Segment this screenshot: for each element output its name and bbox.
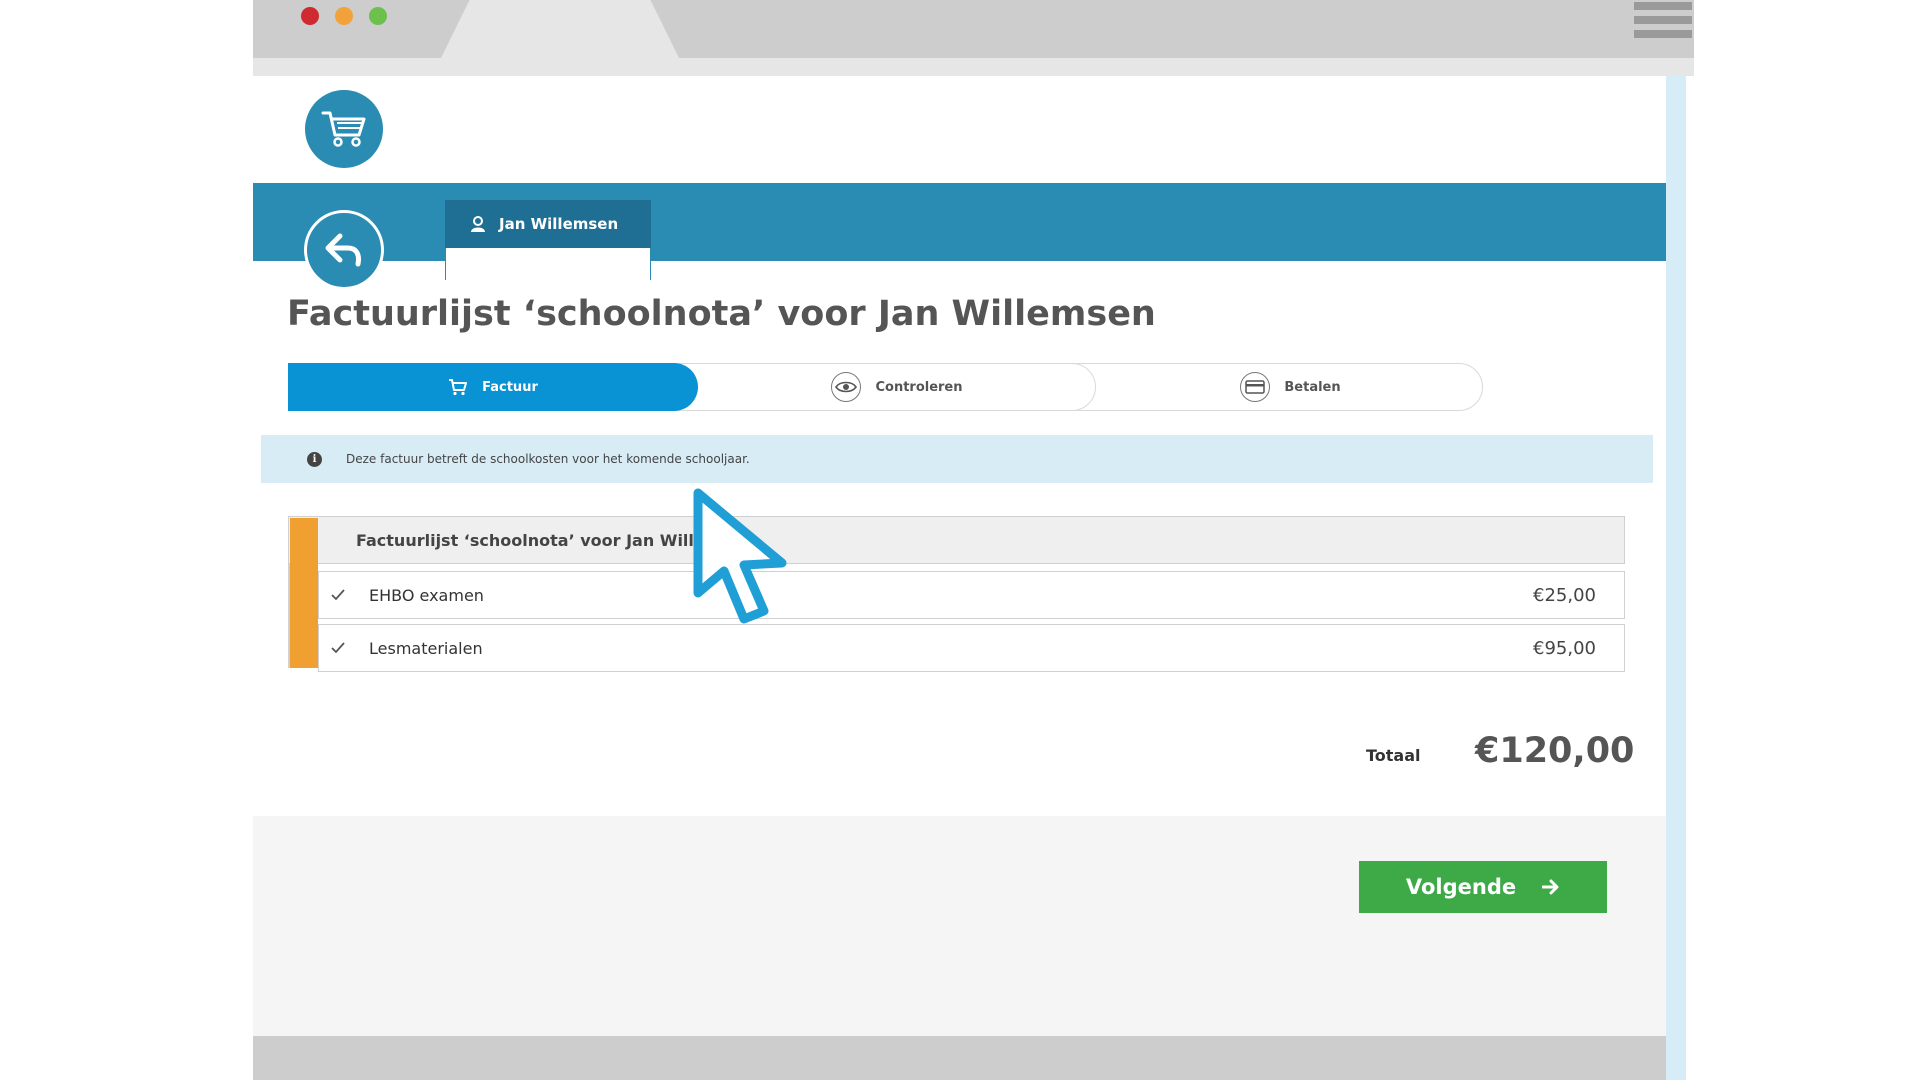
info-text: Deze factuur betreft de schoolkosten voo…: [346, 452, 750, 466]
browser-toolbar: [253, 0, 1694, 58]
shopping-cart-logo: [305, 90, 383, 168]
user-tab-underside: [445, 248, 651, 280]
invoice-heading: Factuurlijst ‘schoolnota’ voor Jan Wille…: [288, 516, 1625, 564]
maximize-window-dot[interactable]: [369, 7, 387, 25]
arrow-right-icon: [1542, 879, 1560, 895]
step-controleren[interactable]: Controleren: [668, 363, 1096, 411]
invoice-list: Factuurlijst ‘schoolnota’ voor Jan Wille…: [288, 516, 1625, 676]
invoice-accent-bar: [290, 518, 318, 668]
back-arrow-icon: [325, 233, 361, 267]
step-betalen[interactable]: Betalen: [1068, 363, 1483, 411]
user-icon: [469, 215, 487, 233]
back-button[interactable]: [304, 210, 384, 290]
minimize-window-dot[interactable]: [335, 7, 353, 25]
invoice-row: EHBO examen €25,00: [318, 571, 1625, 619]
checkout-stepper: Factuur Controleren Betalen: [288, 363, 1483, 411]
total-label: Totaal: [1366, 746, 1421, 765]
hamburger-menu-icon[interactable]: [1634, 2, 1692, 46]
invoice-row: Lesmaterialen €95,00: [318, 624, 1625, 672]
user-tab[interactable]: Jan Willemsen: [445, 200, 651, 248]
browser-tab[interactable]: [441, 0, 679, 58]
step-factuur[interactable]: Factuur: [288, 363, 698, 411]
info-icon: i: [307, 451, 322, 467]
step-factuur-label: Factuur: [482, 379, 538, 395]
shopping-cart-icon: [321, 111, 366, 147]
footer-area: [253, 816, 1666, 1036]
item-checkbox[interactable]: [330, 587, 346, 603]
card-icon: [1240, 372, 1271, 402]
cart-icon: [448, 378, 468, 396]
item-label: Lesmaterialen: [369, 638, 483, 658]
step-controleren-label: Controleren: [875, 379, 963, 395]
item-label: EHBO examen: [369, 585, 484, 605]
item-amount: €95,00: [1533, 637, 1596, 659]
eye-icon: [831, 372, 862, 402]
step-betalen-label: Betalen: [1284, 379, 1341, 395]
next-button[interactable]: Volgende: [1359, 861, 1607, 913]
total-value: €120,00: [1475, 731, 1635, 771]
user-tab-name: Jan Willemsen: [499, 215, 619, 233]
next-button-label: Volgende: [1405, 875, 1517, 899]
browser-window: Jan Willemsen Factuurlijst ‘schoolnota’ …: [253, 0, 1694, 1080]
item-checkbox[interactable]: [330, 640, 346, 656]
close-window-dot[interactable]: [301, 7, 319, 25]
stage: Jan Willemsen Factuurlijst ‘schoolnota’ …: [0, 0, 1920, 1080]
page-title: Factuurlijst ‘schoolnota’ voor Jan Wille…: [287, 294, 1156, 334]
scrollbar-track[interactable]: [1666, 76, 1686, 1080]
page-content: Jan Willemsen Factuurlijst ‘schoolnota’ …: [253, 76, 1666, 1080]
browser-toolbar-divider: [253, 58, 1694, 76]
info-banner: i Deze factuur betreft de schoolkosten v…: [261, 435, 1653, 483]
bottom-bar: [253, 1036, 1666, 1080]
item-amount: €25,00: [1533, 584, 1596, 606]
